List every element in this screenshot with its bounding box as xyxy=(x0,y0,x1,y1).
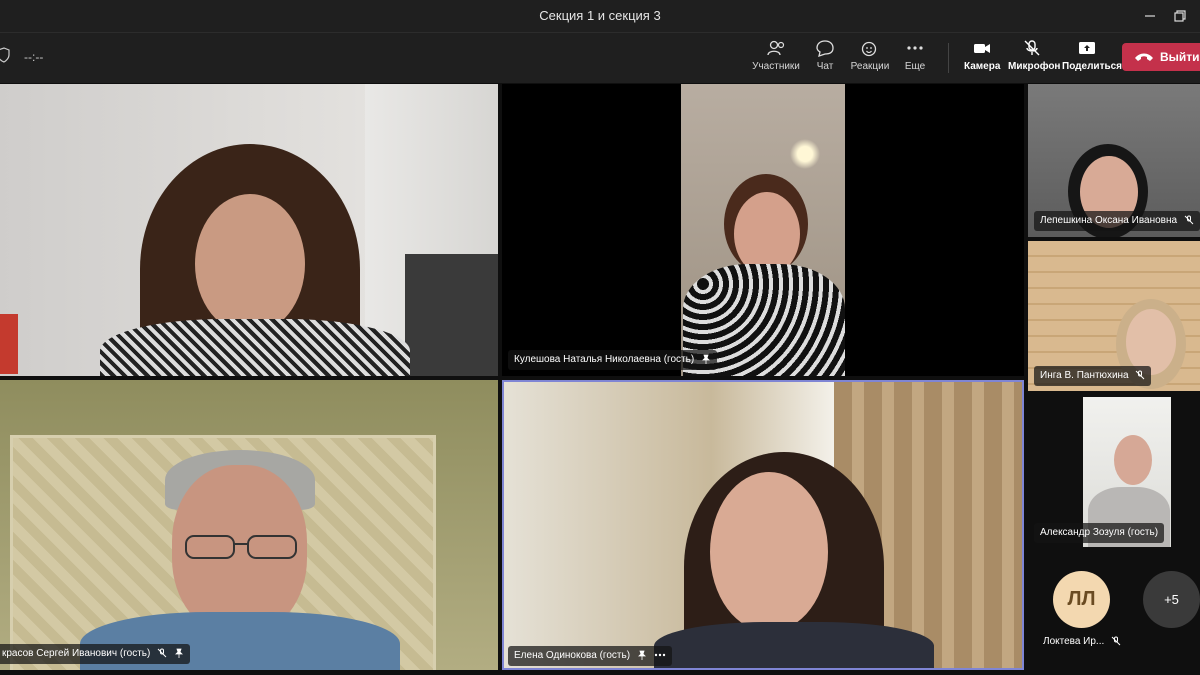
participant-name: кра​сов Сергей Иванович (гость) xyxy=(2,648,151,659)
participant-body xyxy=(654,622,934,668)
nameplate-p6: кра​сов Сергей Иванович (гость) xyxy=(0,644,190,664)
video-tile-7[interactable]: Елена Одинокова (гость) xyxy=(502,380,1024,670)
reactions-label: Реакции xyxy=(850,61,890,72)
restore-icon[interactable] xyxy=(1170,6,1190,26)
video-tile-2[interactable]: Кулешова Наталья Николаевна (гость) xyxy=(502,84,1024,376)
pin-icon xyxy=(174,648,183,659)
video-tile-5[interactable]: Александр Зозуля (гость) xyxy=(1028,395,1200,551)
share-label: Поделиться xyxy=(1062,61,1123,72)
reactions-button[interactable]: Реакции xyxy=(850,39,890,79)
video-tile-3[interactable]: Лепешкина Оксана Ивановна xyxy=(1028,84,1200,237)
leave-button[interactable]: Выйти xyxy=(1122,43,1200,71)
mic-off-icon xyxy=(1136,370,1145,380)
avatar[interactable]: ЛЛ xyxy=(1053,571,1110,628)
meeting-toolbar: --:-- Участники Чат Реакции Еще Камера М… xyxy=(0,32,1200,83)
more-button[interactable]: Еще xyxy=(900,39,930,79)
hang-up-icon xyxy=(1135,53,1153,61)
shield-icon xyxy=(0,47,10,68)
share-button[interactable]: Поделиться xyxy=(1062,39,1122,79)
leave-label: Выйти xyxy=(1160,50,1200,64)
participants-icon xyxy=(767,40,785,56)
avatar-initials: ЛЛ xyxy=(1067,588,1096,610)
mic-off-icon xyxy=(157,648,167,658)
microphone-button[interactable]: Микрофон xyxy=(1008,39,1060,79)
nameplate-p7: Елена Одинокова (гость) xyxy=(508,646,672,666)
participant-name: Локтева Ир... xyxy=(1043,636,1105,647)
title-bar: Секция 1 и секция 3 xyxy=(0,0,1200,32)
pin-icon xyxy=(637,650,646,661)
reactions-icon xyxy=(861,41,877,57)
more-icon xyxy=(907,46,923,50)
more-participants-count: +5 xyxy=(1164,592,1179,607)
video-tile-4[interactable]: Инга В. Пантюхина xyxy=(1028,241,1200,391)
participant-name: Александр Зозуля (гость) xyxy=(1040,527,1159,538)
chat-icon xyxy=(816,40,834,57)
camera-icon xyxy=(974,44,990,53)
participant-name: Инга В. Пантюхина xyxy=(1040,370,1129,381)
mic-off-icon xyxy=(1184,215,1194,225)
participant-face xyxy=(1114,435,1152,485)
participants-label: Участники xyxy=(752,61,800,72)
glasses-icon xyxy=(182,532,302,562)
camera-button[interactable]: Камера xyxy=(964,39,1000,79)
pin-icon xyxy=(701,354,710,365)
participant-name: Елена Одинокова (гость) xyxy=(514,650,631,661)
camera-label: Камера xyxy=(964,61,1001,72)
meeting-timer: --:-- xyxy=(24,50,44,64)
toolbar-divider xyxy=(948,43,949,73)
more-participants-button[interactable]: +5 xyxy=(1143,571,1200,628)
microphone-label: Микрофон xyxy=(1008,61,1061,72)
video-tile-6[interactable]: кра​сов Сергей Иванович (гость) xyxy=(0,380,498,670)
microphone-off-icon xyxy=(1024,40,1040,56)
participant-body xyxy=(100,319,410,376)
meeting-title: Секция 1 и секция 3 xyxy=(539,8,661,23)
chat-label: Чат xyxy=(816,61,834,72)
nameplate-p4: Инга В. Пантюхина xyxy=(1034,366,1152,386)
nameplate-p5: Александр Зозуля (гость) xyxy=(1034,523,1165,543)
nameplate-p2: Кулешова Наталья Николаевна (гость) xyxy=(508,350,717,370)
ceiling-lamp xyxy=(790,134,820,174)
participant-name: Лепешкина Оксана Ивановна xyxy=(1040,215,1178,226)
share-icon xyxy=(1079,42,1095,54)
video-tile-1[interactable] xyxy=(0,84,498,376)
minimize-icon[interactable] xyxy=(1140,6,1160,26)
background-object xyxy=(0,314,18,374)
participant-face xyxy=(710,472,828,632)
mic-off-icon xyxy=(1111,636,1121,646)
more-label: Еще xyxy=(904,61,926,72)
nameplate-p8: Локтева Ир... xyxy=(1043,636,1121,647)
participants-button[interactable]: Участники xyxy=(752,39,800,79)
participant-name: Кулешова Наталья Николаевна (гость) xyxy=(514,354,695,365)
nameplate-p3: Лепешкина Оксана Ивановна xyxy=(1034,211,1200,231)
background-printer xyxy=(405,254,498,376)
chat-button[interactable]: Чат xyxy=(810,39,840,79)
more-options-icon[interactable] xyxy=(654,650,666,660)
participant-face xyxy=(195,194,305,334)
